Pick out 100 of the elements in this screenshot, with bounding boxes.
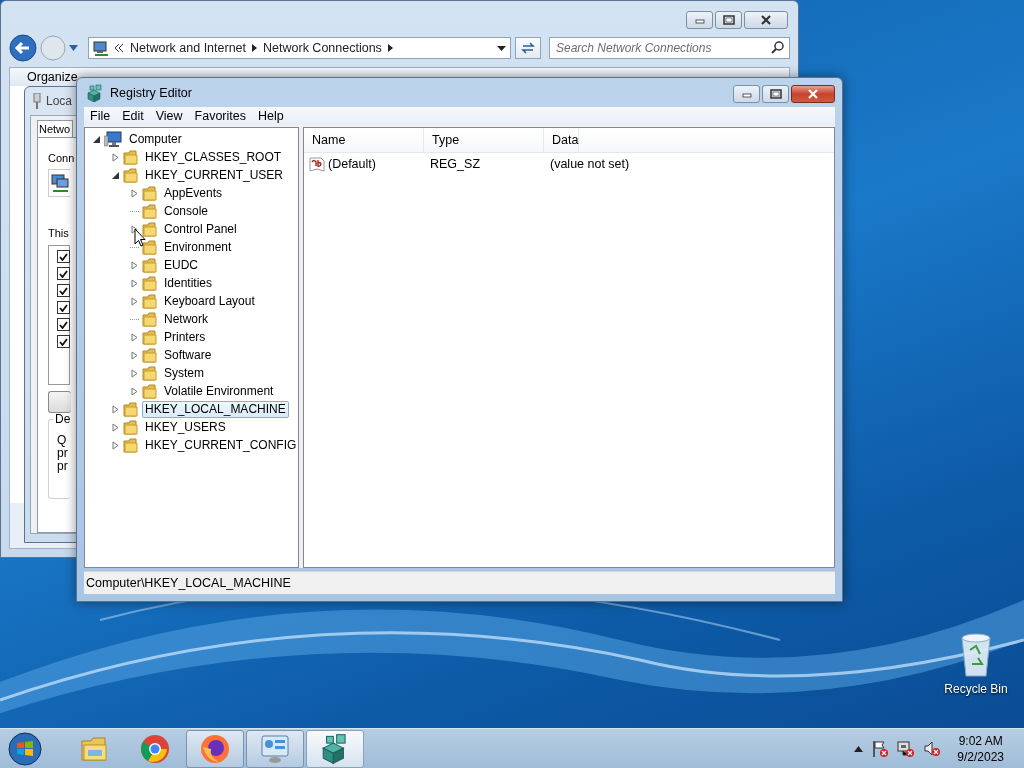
menu-item[interactable]: View	[149, 109, 189, 123]
firefox-icon	[199, 733, 231, 765]
collapse-arrow-icon[interactable]	[111, 171, 119, 179]
maximize-icon	[722, 15, 735, 25]
checkbox[interactable]	[57, 284, 70, 297]
minimize-icon	[694, 16, 705, 24]
tree-item[interactable]: Console	[161, 202, 212, 220]
menu-item[interactable]: File	[84, 109, 117, 123]
maximize-icon	[769, 88, 782, 99]
menu-item[interactable]: Edit	[116, 109, 150, 123]
tree-item[interactable]: Identities	[161, 274, 216, 292]
address-bar[interactable]: Network and Internet Network Connections	[88, 37, 511, 59]
folder-icon	[142, 203, 157, 219]
back-button[interactable]	[9, 34, 37, 62]
folder-icon	[123, 149, 138, 165]
breadcrumb-item[interactable]: Network and Internet	[130, 41, 247, 55]
folder-icon	[142, 239, 157, 255]
network-icon	[93, 40, 109, 56]
caret-icon	[252, 44, 258, 52]
tree-item[interactable]: HKEY_LOCAL_MACHINE	[142, 400, 289, 418]
recycle-bin-icon[interactable]	[958, 630, 994, 678]
window-title: Registry Editor	[110, 85, 192, 100]
network-icon[interactable]	[897, 740, 916, 758]
checkbox[interactable]	[57, 318, 70, 331]
tree-item[interactable]: HKEY_CURRENT_CONFIG	[142, 436, 300, 454]
tree-item[interactable]: Computer	[126, 130, 185, 148]
description-text: pr	[57, 447, 69, 460]
minimize-button[interactable]	[733, 84, 760, 103]
close-button[interactable]	[744, 11, 788, 29]
maximize-button[interactable]	[762, 84, 789, 103]
flag-icon[interactable]	[871, 740, 890, 758]
close-icon	[807, 88, 819, 99]
tree-item[interactable]: HKEY_CLASSES_ROOT	[142, 148, 285, 166]
folder-icon	[142, 311, 157, 327]
folder-icon	[142, 275, 157, 291]
refresh-button[interactable]	[515, 37, 541, 59]
checkbox[interactable]	[57, 301, 70, 314]
window-title: Loca	[46, 94, 73, 108]
checkbox[interactable]	[57, 267, 70, 280]
chevron-icon	[115, 44, 124, 52]
dropdown-arrow-icon	[497, 45, 506, 51]
tree-item[interactable]: System	[161, 364, 207, 382]
tree-item[interactable]: AppEvents	[161, 184, 226, 202]
search-icon	[771, 41, 784, 54]
folder-icon	[123, 437, 138, 453]
control-panel-icon	[259, 733, 291, 765]
folder-icon	[123, 419, 138, 435]
cubes-icon	[86, 83, 104, 102]
folder-icon	[142, 257, 157, 273]
plug-icon	[32, 93, 42, 109]
maximize-button[interactable]	[715, 11, 742, 29]
windows-logo-icon	[7, 731, 43, 767]
string-value-icon	[309, 156, 325, 172]
table-cell-text: REG_SZ	[429, 157, 481, 171]
tree-item[interactable]: HKEY_CURRENT_USER	[142, 166, 287, 184]
group-label: De	[53, 413, 73, 426]
tree-item[interactable]: Control Panel	[161, 220, 240, 238]
dropdown-arrow-icon[interactable]	[69, 45, 78, 51]
column-header[interactable]: Type	[424, 128, 544, 152]
toolbar-button[interactable]: Organize	[27, 70, 78, 84]
search-field[interactable]: Search Network Connections	[549, 37, 790, 59]
folder-icon	[142, 221, 157, 237]
folder-icon	[142, 383, 157, 399]
checkbox[interactable]	[57, 250, 70, 263]
chrome-icon	[139, 733, 171, 765]
tree-item[interactable]: Printers	[161, 328, 209, 346]
tree-item[interactable]: Environment	[161, 238, 235, 256]
minimize-button[interactable]	[686, 11, 713, 29]
dialog-button[interactable]	[48, 391, 71, 413]
tree-item[interactable]: HKEY_USERS	[142, 418, 229, 436]
taskbar-button[interactable]	[306, 730, 364, 768]
taskbar-button[interactable]	[186, 730, 244, 768]
tree-item[interactable]: EUDC	[161, 256, 201, 274]
refresh-icon	[520, 41, 536, 55]
mouse-pointer-icon	[134, 228, 146, 247]
tree-item[interactable]: Software	[161, 346, 215, 364]
show-hidden-icons-icon[interactable]	[854, 746, 864, 752]
folder-icon	[142, 185, 157, 201]
tree-item[interactable]: Keyboard Layout	[161, 292, 258, 310]
tab[interactable]: Netwo	[37, 120, 73, 137]
menu-item[interactable]: Favorites	[188, 109, 252, 123]
expand-arrow-icon[interactable]	[130, 224, 138, 234]
collapse-arrow-icon[interactable]	[92, 135, 100, 143]
checkbox[interactable]	[57, 335, 70, 348]
menu-item[interactable]: Help	[252, 109, 290, 123]
tree-item[interactable]: Network	[161, 310, 211, 328]
taskbar-button[interactable]	[246, 730, 304, 768]
column-header[interactable]: Name	[304, 128, 424, 152]
column-header[interactable]: Data	[544, 128, 580, 152]
status-bar: Computer\HKEY_LOCAL_MACHINE	[84, 571, 835, 594]
desktop-icon-label[interactable]: Recycle Bin	[944, 682, 1008, 696]
field-label: Conn	[48, 152, 75, 164]
close-button[interactable]	[791, 84, 835, 103]
clock-time[interactable]: 9:02 AM	[958, 733, 1003, 749]
folder-icon	[142, 293, 157, 309]
breadcrumb-item[interactable]: Network Connections	[263, 41, 382, 55]
circle-icon	[39, 34, 67, 62]
speaker-icon[interactable]	[923, 740, 942, 758]
tree-item[interactable]: Volatile Environment	[161, 382, 277, 400]
clock-date[interactable]: 9/2/2023	[957, 749, 1004, 765]
